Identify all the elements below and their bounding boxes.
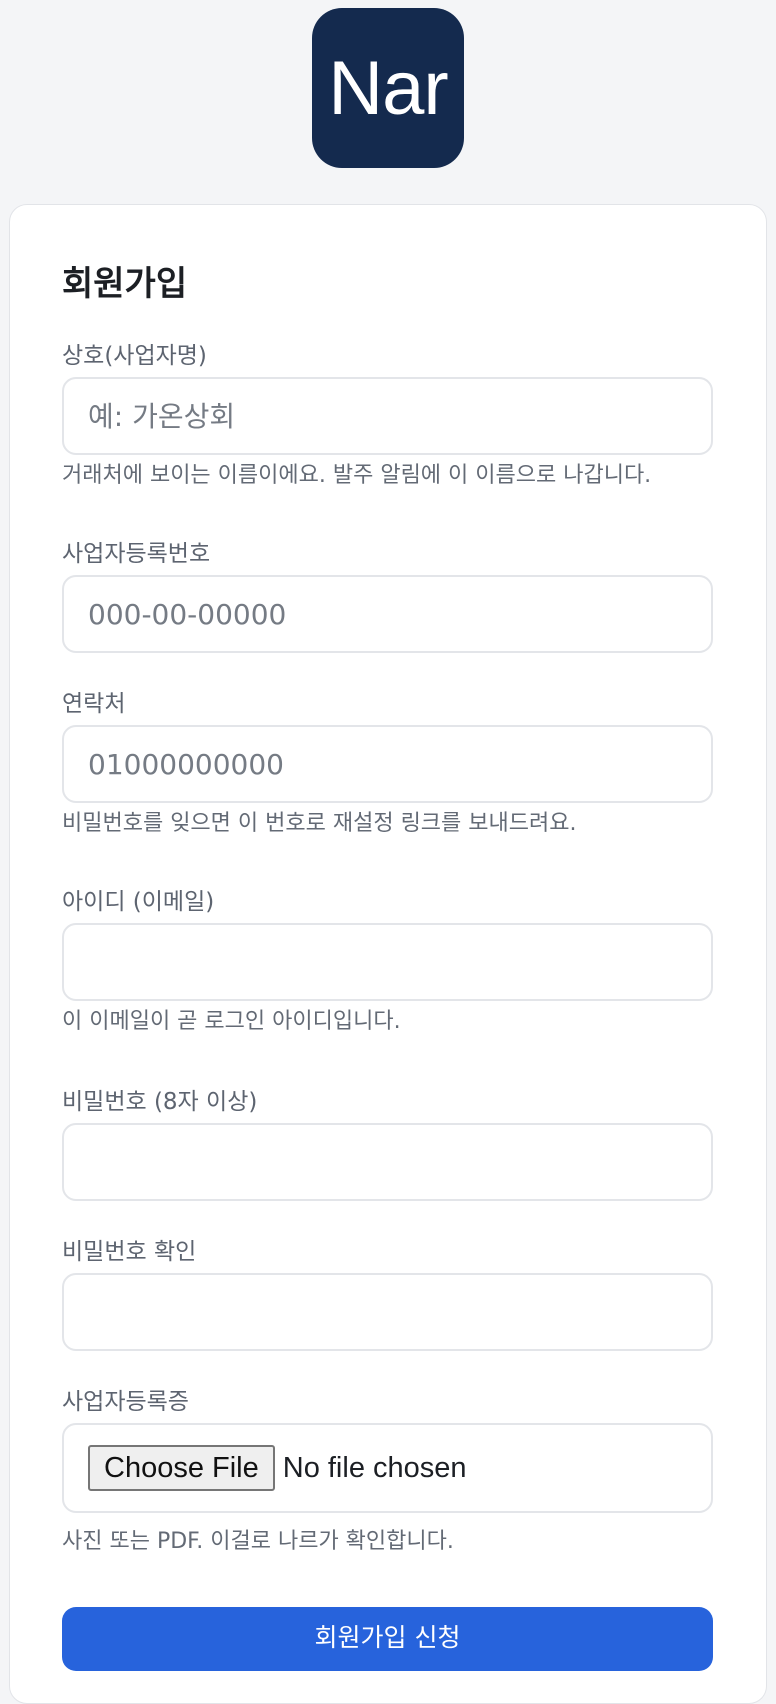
file-status-text: No file chosen xyxy=(282,1451,467,1484)
business-name-hint: 거래처에 보이는 이름이에요. 발주 알림에 이 이름으로 나갑니다. xyxy=(62,463,652,488)
phone-input[interactable] xyxy=(62,725,713,803)
phone-hint: 비밀번호를 잊으면 이 번호로 재설정 링크를 보내드려요. xyxy=(62,811,577,836)
choose-file-button[interactable]: Choose File xyxy=(88,1445,275,1491)
app-logo: Nar xyxy=(312,8,464,168)
email-hint: 이 이메일이 곧 로그인 아이디입니다. xyxy=(62,1009,401,1034)
phone-label: 연락처 xyxy=(62,691,126,717)
password-input[interactable] xyxy=(62,1123,713,1201)
logo-text: Nar xyxy=(328,46,448,131)
business-number-input[interactable] xyxy=(62,575,713,653)
signup-card: 회원가입 상호(사업자명) 거래처에 보이는 이름이에요. 발주 알림에 이 이… xyxy=(9,204,767,1704)
registration-certificate-label: 사업자등록증 xyxy=(62,1389,189,1415)
page-title: 회원가입 xyxy=(62,264,188,304)
email-input[interactable] xyxy=(62,923,713,1001)
signup-submit-button[interactable]: 회원가입 신청 xyxy=(62,1607,713,1671)
email-label: 아이디 (이메일) xyxy=(62,889,215,915)
business-name-input[interactable] xyxy=(62,377,713,455)
business-name-label: 상호(사업자명) xyxy=(62,343,207,369)
password-confirm-input[interactable] xyxy=(62,1273,713,1351)
registration-certificate-file-input[interactable]: Choose File No file chosen xyxy=(62,1423,713,1513)
password-confirm-label: 비밀번호 확인 xyxy=(62,1239,197,1265)
password-label: 비밀번호 (8자 이상) xyxy=(62,1089,258,1115)
business-number-label: 사업자등록번호 xyxy=(62,541,211,567)
registration-certificate-hint: 사진 또는 PDF. 이걸로 나르가 확인합니다. xyxy=(62,1529,454,1554)
